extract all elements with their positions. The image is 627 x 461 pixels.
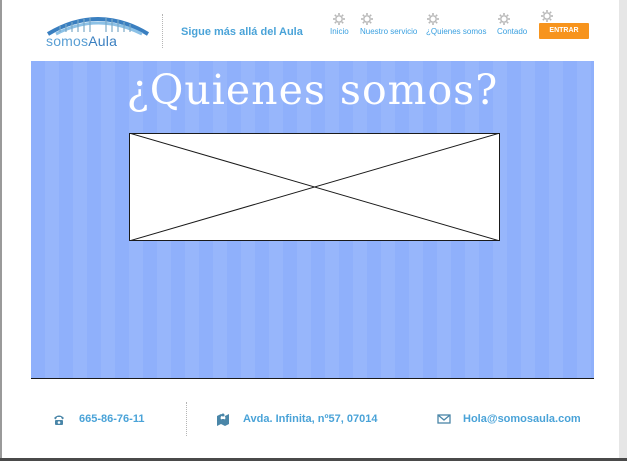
gear-icon — [361, 13, 373, 25]
phone-icon — [54, 415, 64, 425]
nav-label: Contado — [497, 27, 528, 36]
nav-label: ¿Quienes somos — [426, 27, 487, 36]
footer-phone[interactable]: 665-86-76-11 — [79, 413, 144, 425]
footer-divider — [186, 402, 187, 436]
nav-label: Inicio — [330, 27, 349, 36]
nav-item-contado[interactable]: Contado — [497, 12, 527, 36]
logo-wordmark[interactable]: somosAula — [46, 33, 117, 49]
nav-label: Nuestro servicio — [360, 27, 418, 36]
footer-address[interactable]: Avda. Infinita, nº57, 07014 — [243, 413, 377, 425]
nav-item-nuestro-servicio[interactable]: Nuestro servicio — [360, 12, 417, 36]
gear-icon — [333, 13, 346, 25]
gear-icon — [427, 13, 439, 25]
frame-left-border — [0, 0, 2, 461]
header-divider — [162, 14, 163, 48]
frame-right-border — [619, 0, 627, 461]
enter-button[interactable]: ENTRAR — [539, 23, 589, 39]
logo-text-part2: Aula — [88, 33, 118, 49]
nav-item-inicio[interactable]: Inicio — [330, 12, 349, 36]
mail-icon — [437, 414, 451, 424]
image-placeholder — [129, 133, 500, 241]
hero-title: ¿Quienes somos? — [126, 66, 499, 114]
logo-text-part1: somos — [46, 33, 89, 49]
gear-icon — [498, 13, 510, 25]
map-pin-icon — [217, 413, 229, 426]
hero-bottom-border — [31, 378, 594, 379]
tagline: Sigue más allá del Aula — [181, 26, 303, 38]
nav-item-quienes-somos[interactable]: ¿Quienes somos — [426, 12, 486, 36]
gear-icon — [541, 10, 553, 22]
footer-email[interactable]: Hola@somosaula.com — [463, 413, 581, 425]
